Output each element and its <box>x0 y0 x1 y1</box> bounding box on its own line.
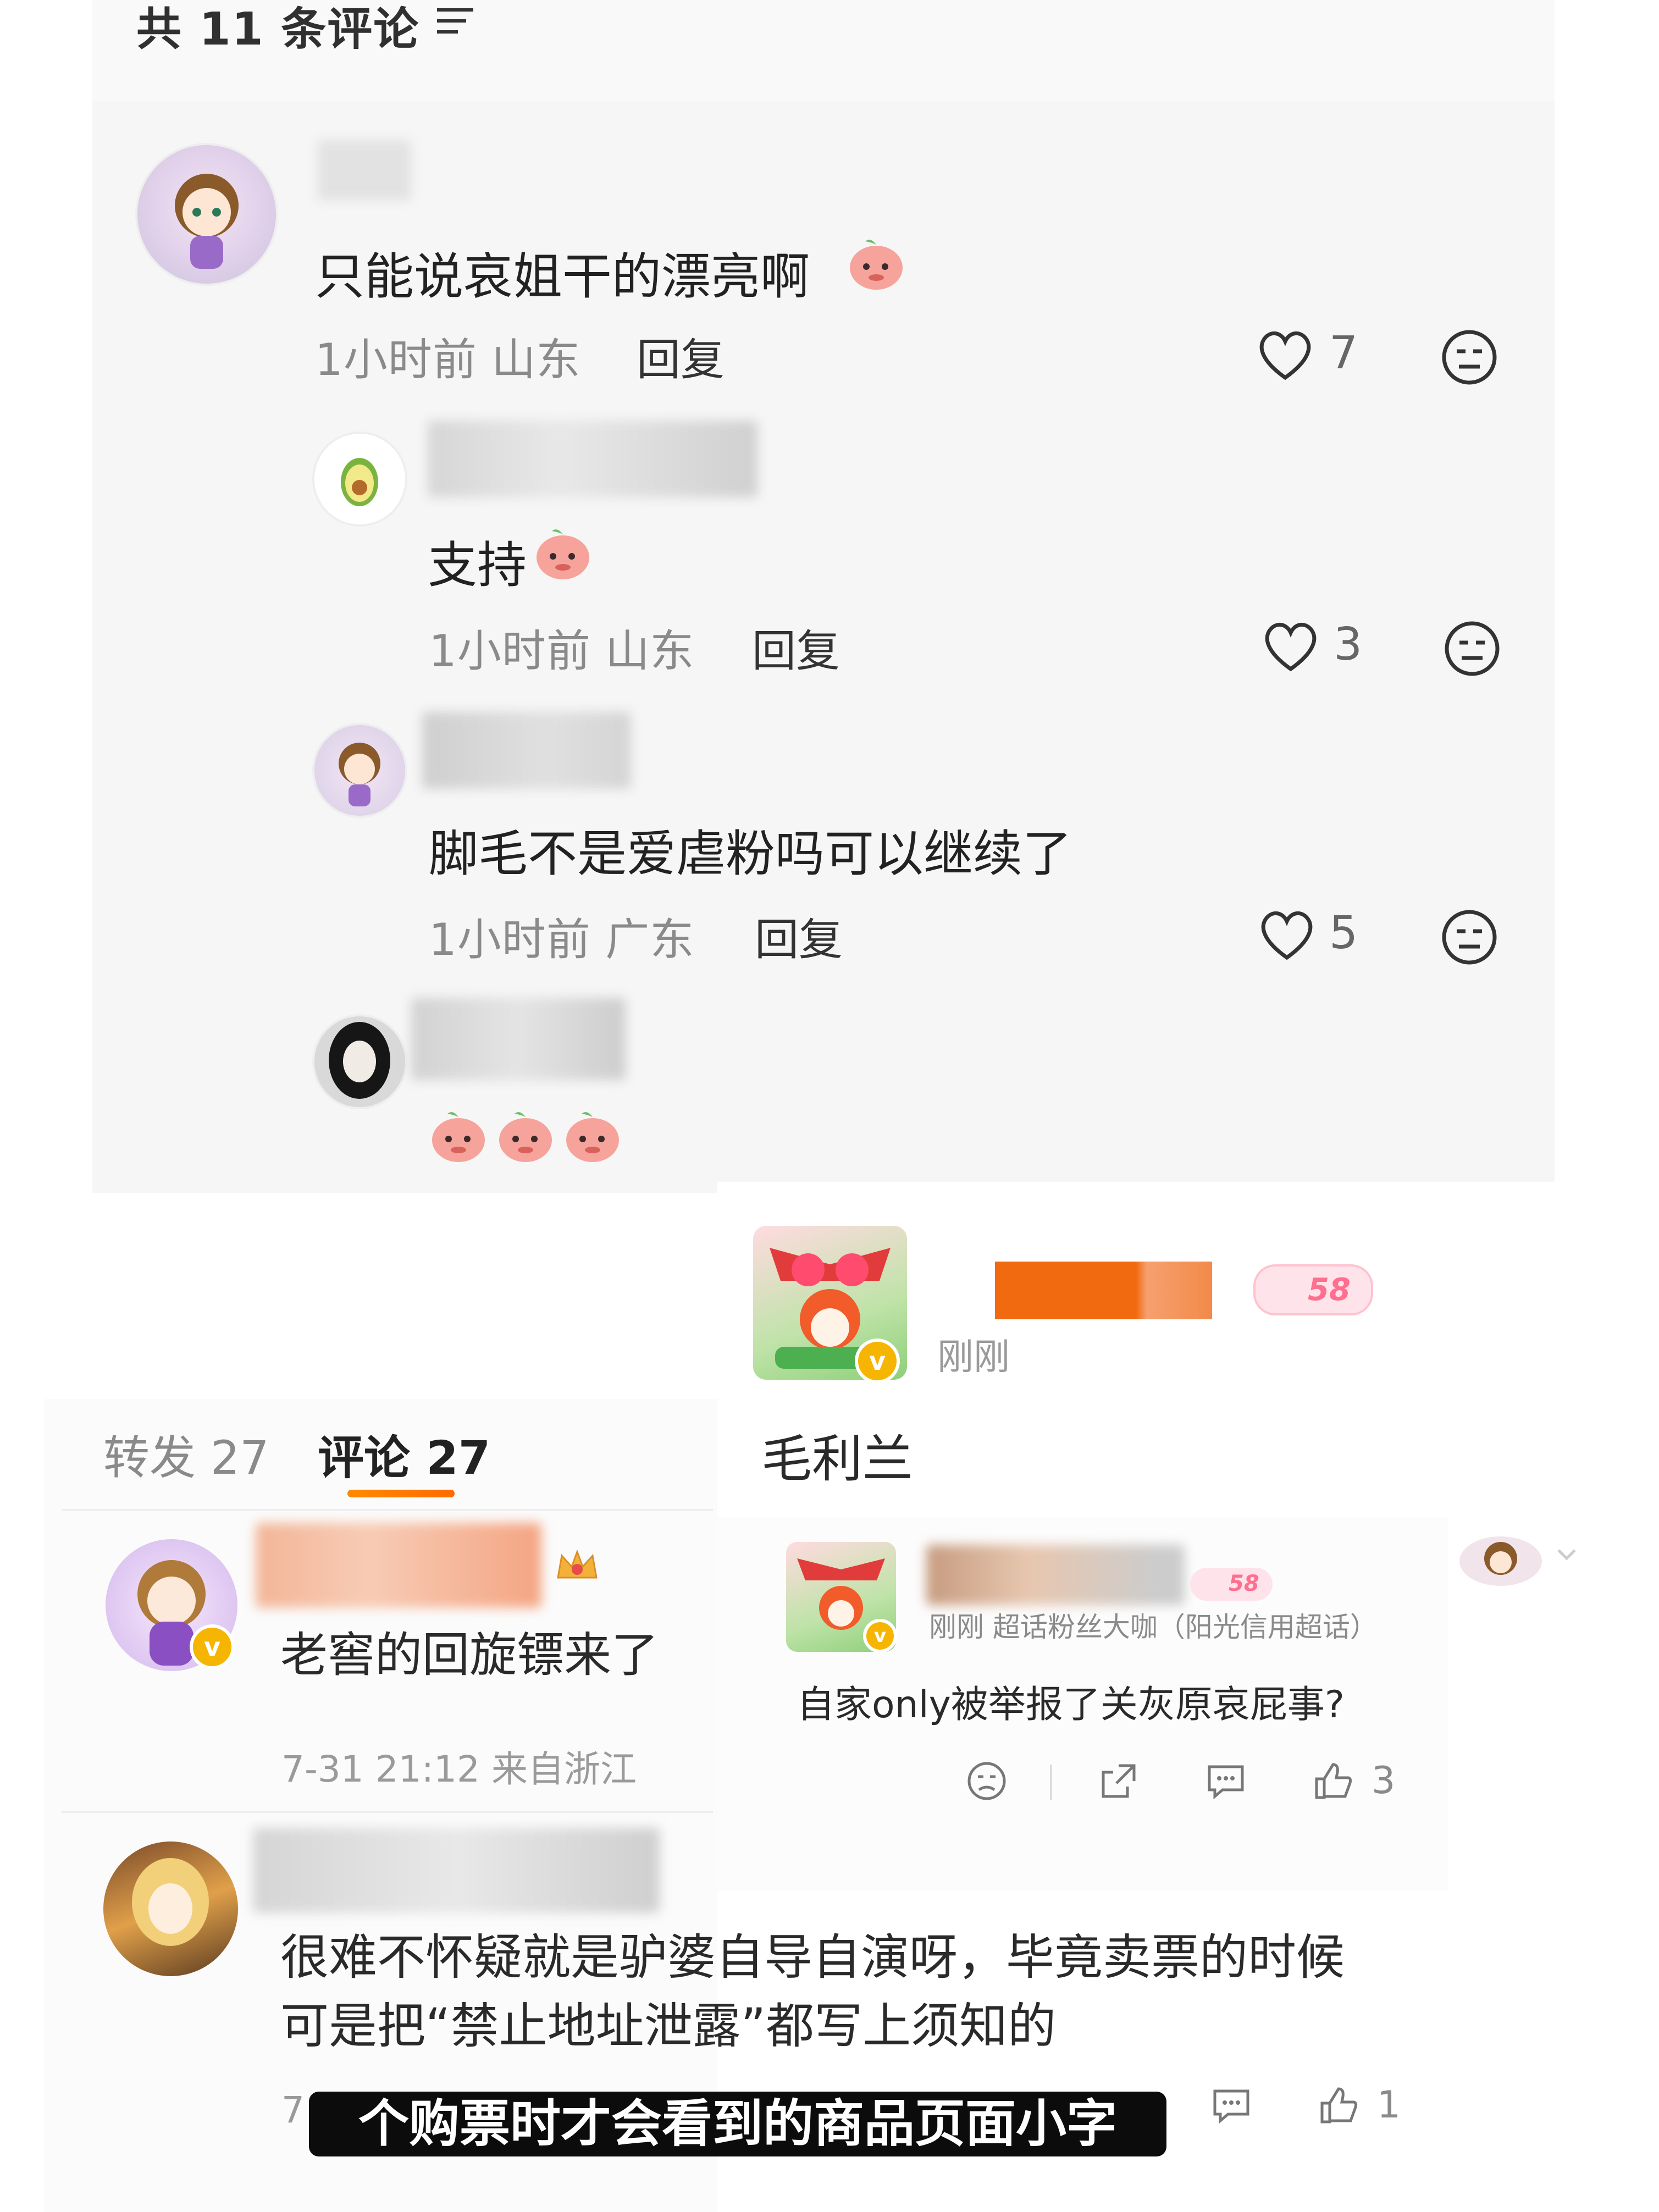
chibi-sticker-icon <box>1459 1536 1576 1586</box>
avatar[interactable] <box>312 1014 407 1109</box>
like-count: 7 <box>1329 327 1358 379</box>
verified-badge-icon: v <box>863 1619 897 1653</box>
reply-button[interactable]: 回复 <box>752 616 840 679</box>
dislike-face-icon[interactable] <box>1439 907 1500 967</box>
reply-text: 脚毛不是爱虐粉吗可以继续了 <box>429 825 1072 883</box>
comment-time-location: 1小时前 山东 <box>315 334 581 385</box>
dislike-face-icon[interactable] <box>1439 327 1500 388</box>
anime-girl-icon <box>339 743 380 806</box>
verified-badge-icon: v <box>855 1339 900 1384</box>
level-badge: 58 <box>1190 1568 1273 1601</box>
peach-emoji-icon <box>432 1112 485 1162</box>
reply-button[interactable]: 回复 <box>755 904 843 968</box>
tab-reposts[interactable]: 转发 27 <box>103 1421 269 1487</box>
like-count: 3 <box>1372 1759 1396 1802</box>
reply-time-location: 1小时前 广东 <box>429 914 695 965</box>
post-text: 自家only被举报了关灰原哀屁事? <box>797 1683 1345 1727</box>
username-blurred[interactable] <box>926 1545 1185 1605</box>
comment-thread: 只能说哀姐干的漂亮啊 1小时前 山东 回复 7 支持 1小时前 山东 回复 3 … <box>92 102 1555 1193</box>
comment-count-label: 共 11 条评论 <box>136 3 420 56</box>
user-name[interactable]: 毛利兰 <box>761 1418 913 1491</box>
peach-emoji-icon <box>566 1112 619 1162</box>
avatar[interactable] <box>312 432 407 527</box>
username-blurred[interactable] <box>253 1828 660 1913</box>
comment-text-line2: 可是把“禁止地址泄露”都写上须知的 <box>280 1998 1057 2054</box>
reply-button[interactable]: 回复 <box>637 324 725 388</box>
share-icon[interactable] <box>1097 1759 1141 1803</box>
blonde-girl-icon <box>132 1858 209 1946</box>
dislike-face-icon[interactable] <box>965 1759 1009 1803</box>
divider <box>1050 1765 1052 1800</box>
comment-icon[interactable] <box>1204 1759 1248 1803</box>
weibo-post-card: v 58 刚刚 超话粉丝大咖（阳光信用超话） 自家only被举报了关灰原哀屁事?… <box>717 1517 1448 1891</box>
reply-time-location: 1小时前 山东 <box>429 626 695 677</box>
comment-time: 7 <box>281 2089 305 2131</box>
level-badge: 58 <box>1253 1264 1373 1315</box>
like-count: 1 <box>1377 2083 1401 2127</box>
comment-icon[interactable] <box>1209 2083 1253 2127</box>
thumbs-up-icon[interactable] <box>1317 2083 1361 2127</box>
peach-emoji-icon <box>499 1112 552 1162</box>
avatar[interactable] <box>312 723 407 818</box>
comment-time: 7-31 21:12 来自浙江 <box>281 1748 637 1790</box>
like-count: 3 <box>1334 618 1363 671</box>
dark-hair-doll-icon <box>314 1016 405 1107</box>
username-blurred[interactable] <box>318 140 411 201</box>
emoji-row <box>428 1105 637 1171</box>
avocado-icon <box>341 458 378 506</box>
like-count: 5 <box>1329 907 1358 959</box>
dislike-face-icon[interactable] <box>1442 618 1502 679</box>
heart-icon[interactable] <box>1260 618 1321 673</box>
crown-badge-icon <box>555 1547 599 1586</box>
peach-emoji-icon <box>850 240 903 290</box>
divider <box>62 1509 713 1511</box>
thumbs-up-icon[interactable] <box>1311 1759 1355 1803</box>
username-blurred[interactable] <box>428 421 757 497</box>
post-meta: 刚刚 超话粉丝大咖（阳光信用超话） <box>929 1611 1378 1643</box>
video-subtitle: 个购票时才会看到的商品页面小字 <box>309 2092 1166 2156</box>
username-blurred[interactable] <box>422 712 631 789</box>
active-tab-indicator <box>347 1490 455 1497</box>
sort-icon[interactable] <box>436 4 474 37</box>
comment-text: 只能说哀姐干的漂亮啊 <box>315 248 810 306</box>
avatar[interactable] <box>103 1842 238 1976</box>
peach-emoji-icon <box>537 529 589 579</box>
post-time: 刚刚 <box>937 1336 1010 1378</box>
divider <box>62 1811 713 1813</box>
sticker-decoration <box>1440 1528 1583 1594</box>
username-redacted[interactable] <box>995 1262 1212 1319</box>
weibo-comments-panel: 转发 27 评论 27 v 老窖的回旋镖来了 7-31 21:12 来自浙江 很… <box>44 1399 1345 2212</box>
comment-text: 老窖的回旋镖来了 <box>280 1628 659 1683</box>
username-blurred[interactable] <box>411 998 626 1080</box>
username-blurred[interactable] <box>256 1523 541 1608</box>
avatar[interactable] <box>135 143 278 286</box>
verified-badge-icon: v <box>190 1624 235 1669</box>
anime-girl-icon <box>175 174 239 269</box>
comment-text-line1: 很难不怀疑就是驴婆自导自演呀，毕竟卖票的时候 <box>280 1929 1345 1986</box>
reply-text: 支持 <box>428 537 527 594</box>
heart-icon[interactable] <box>1255 327 1315 382</box>
heart-icon[interactable] <box>1257 907 1317 962</box>
tab-comments[interactable]: 评论 27 <box>318 1421 490 1487</box>
comments-header: 共 11 条评论 <box>92 0 1555 102</box>
